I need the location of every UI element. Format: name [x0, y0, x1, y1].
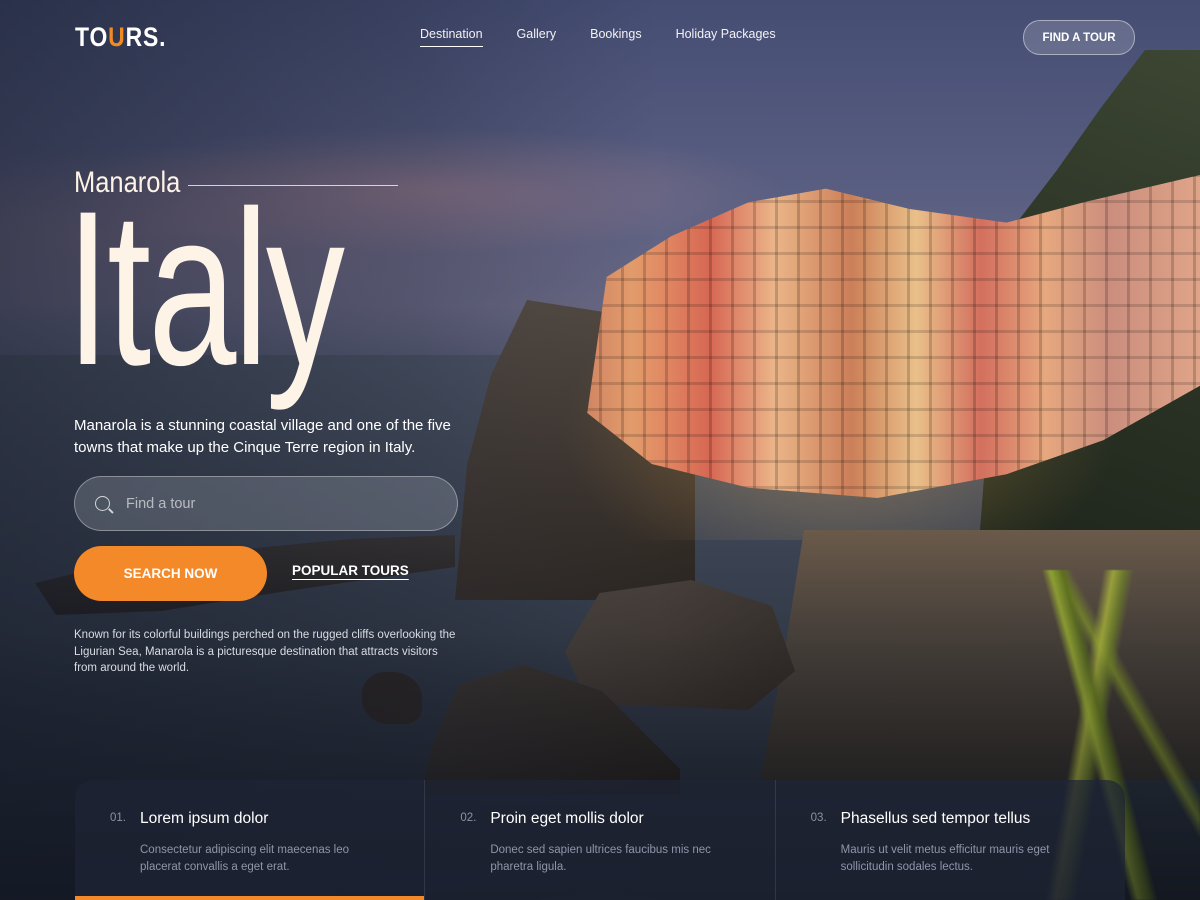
popular-tours-link[interactable]: POPULAR TOURS	[292, 563, 409, 578]
nav-gallery[interactable]: Gallery	[517, 27, 557, 47]
logo-prefix: TO	[75, 22, 109, 52]
feature-number: 02.	[460, 812, 477, 824]
search-now-button[interactable]: SEARCH NOW	[74, 546, 267, 601]
feature-cards: 01. Lorem ipsum dolor Consectetur adipis…	[75, 780, 1125, 900]
search-input[interactable]	[124, 494, 428, 513]
logo-suffix: RS.	[125, 22, 167, 52]
feature-card-3[interactable]: 03. Phasellus sed tempor tellus Mauris u…	[776, 780, 1125, 900]
feature-number: 01.	[110, 812, 126, 824]
feature-title: Lorem ipsum dolor	[140, 810, 269, 827]
logo-accent: U	[108, 22, 126, 52]
search-box[interactable]	[74, 476, 458, 531]
feature-title: Phasellus sed tempor tellus	[840, 810, 1031, 827]
main-nav: Destination Gallery Bookings Holiday Pac…	[420, 27, 776, 47]
feature-text: Consectetur adipiscing elit maecenas leo…	[140, 844, 350, 873]
search-icon	[95, 496, 110, 511]
nav-bookings[interactable]: Bookings	[590, 27, 641, 47]
find-a-tour-button[interactable]: FIND A TOUR	[1023, 20, 1135, 55]
logo[interactable]: TOURS.	[75, 22, 166, 53]
hero-title: Italy	[66, 165, 345, 411]
feature-text: Mauris ut velit metus efficitur mauris e…	[840, 844, 1050, 873]
nav-holiday-packages[interactable]: Holiday Packages	[676, 27, 776, 47]
feature-title: Proin eget mollis dolor	[490, 810, 644, 827]
nav-destination[interactable]: Destination	[420, 27, 483, 47]
feature-text: Donec sed sapien ultrices faucibus mis n…	[490, 844, 711, 873]
feature-card-2[interactable]: 02. Proin eget mollis dolor Donec sed sa…	[425, 780, 776, 900]
feature-card-1[interactable]: 01. Lorem ipsum dolor Consectetur adipis…	[75, 780, 426, 900]
hero-description: Manarola is a stunning coastal village a…	[74, 417, 451, 456]
hero-note: Known for its colorful buildings perched…	[74, 629, 456, 674]
feature-number: 03.	[810, 812, 827, 824]
